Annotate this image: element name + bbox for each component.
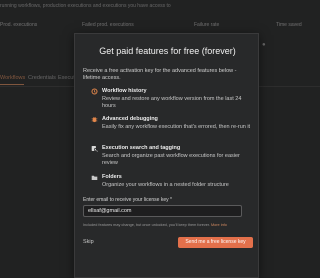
free-features-modal: Get paid features for free (forever) Rec…	[74, 33, 259, 278]
modal-description: Receive a free activation key for the ad…	[83, 68, 237, 81]
skip-button[interactable]: Skip	[83, 239, 94, 245]
send-license-key-button[interactable]: Send me a free license key	[178, 237, 253, 248]
modal-title: Get paid features for free (forever)	[99, 46, 236, 56]
folder-icon	[91, 174, 98, 181]
bug-icon	[91, 116, 98, 123]
license-note: Included features may change, but once u…	[83, 223, 255, 227]
feature-text: Search and organize past workflow execut…	[102, 153, 240, 166]
email-input[interactable]	[83, 205, 242, 217]
feature-text: Organize your workflows in a nested fold…	[102, 182, 229, 188]
feature-text: Easily fix any workflow execution that's…	[102, 124, 251, 130]
license-note-text: Included features may change, but once u…	[83, 223, 210, 227]
email-label: Enter email to receive your license key …	[83, 197, 172, 203]
feature-title: Advanced debugging	[102, 116, 158, 122]
feature-title: Folders	[102, 174, 122, 180]
history-icon	[91, 88, 98, 95]
search-log-icon	[91, 145, 98, 152]
feature-title: Workflow history	[102, 88, 147, 94]
feature-title: Execution search and tagging	[102, 145, 181, 151]
feature-text: Review and restore any workflow version …	[102, 96, 242, 109]
more-info-link[interactable]: More info	[211, 223, 227, 227]
